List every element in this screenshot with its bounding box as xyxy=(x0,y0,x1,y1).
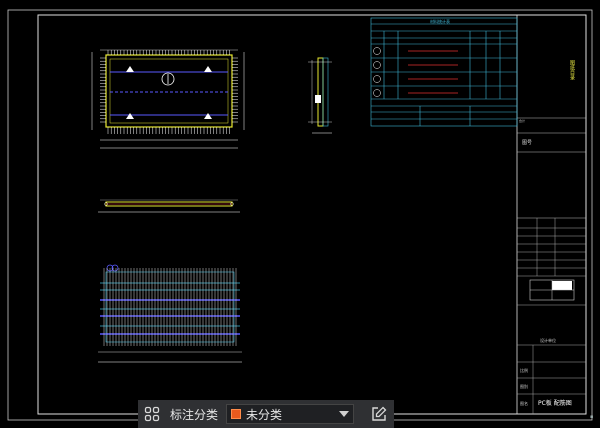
grid-icon xyxy=(144,406,160,422)
annotation-toolbar: 标注分类 未分类 xyxy=(138,400,394,428)
side-view xyxy=(308,57,332,134)
plan-view xyxy=(91,49,245,149)
corner-mark: ▪ xyxy=(590,414,594,420)
annotation-category-label: 标注分类 xyxy=(170,407,219,422)
cad-drawing-canvas[interactable]: 图纸目录 图号 PC板 配筋图 图名 比例 图别 设计单位 材料统计表 合计 xyxy=(0,0,600,428)
grid-button[interactable] xyxy=(138,400,166,428)
vertical-title: 图纸目录 xyxy=(569,60,575,80)
scale-label: 比例 xyxy=(520,367,528,373)
material-table xyxy=(370,17,518,127)
drawing-name: PC板 配筋图 xyxy=(538,399,572,407)
edit-note-icon xyxy=(372,406,387,421)
category-color-swatch xyxy=(231,409,242,419)
key-plan xyxy=(529,279,575,301)
sheet-label: 图别 xyxy=(520,383,528,389)
company-label: 设计单位 xyxy=(540,337,556,343)
name-label: 图名 xyxy=(520,400,528,406)
table-note: 合计 xyxy=(519,118,525,123)
table-title: 材料统计表 xyxy=(430,18,450,24)
section-view xyxy=(98,199,240,213)
drawing-code: 图号 xyxy=(522,140,532,146)
category-select[interactable]: 未分类 xyxy=(226,404,355,424)
category-selected-value: 未分类 xyxy=(246,407,283,422)
outer-frame xyxy=(7,9,593,421)
chevron-down-icon xyxy=(339,411,350,417)
edit-note-button[interactable] xyxy=(364,400,394,428)
